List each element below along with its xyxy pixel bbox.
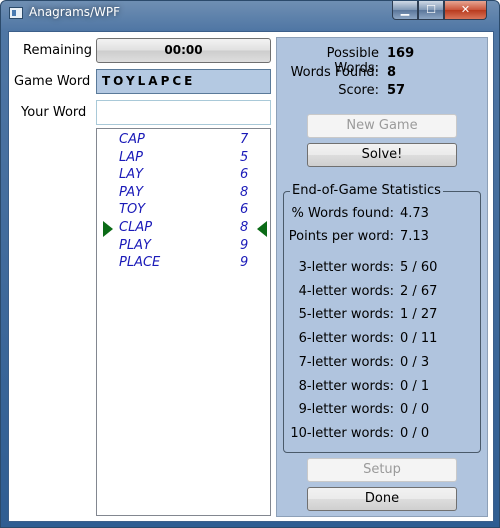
letter-count-label: 5-letter words: — [298, 307, 394, 323]
word-score: 8 — [240, 220, 249, 235]
word-text: PAY — [119, 184, 144, 200]
letter-count-label: 8-letter words: — [298, 378, 394, 394]
possible-words-value: 169 — [387, 46, 415, 61]
word-score: 5 — [240, 149, 249, 165]
list-item[interactable]: LAP 5 — [97, 150, 270, 167]
word-score: 9 — [240, 237, 249, 253]
list-item[interactable]: TOY 6 — [97, 202, 270, 219]
letter-count-value: 0 / 3 — [400, 354, 430, 370]
pct-words-found-label: % Words found: — [291, 206, 394, 221]
done-button[interactable]: Done — [307, 487, 457, 511]
word-score: 8 — [240, 184, 249, 200]
letter-count-value: 0 / 11 — [400, 331, 438, 347]
minimize-button[interactable]: ▁ — [392, 1, 418, 20]
list-item[interactable]: PLAY 9 — [97, 238, 270, 255]
pct-words-found-value: 4.73 — [400, 206, 429, 221]
letter-count-value: 1 / 27 — [400, 307, 438, 323]
word-score: 6 — [240, 167, 249, 183]
word-score: 6 — [240, 202, 249, 218]
word-text: LAP — [119, 149, 143, 165]
points-per-word-label: Points per word: — [288, 229, 394, 244]
points-per-word-value: 7.13 — [400, 229, 429, 244]
list-item[interactable]: PLACE 9 — [97, 255, 270, 272]
word-text: PLAY — [119, 237, 151, 253]
statistics-title: End-of-Game Statistics — [290, 183, 443, 198]
letter-count-value: 0 / 1 — [400, 378, 430, 394]
your-word-input[interactable] — [96, 100, 271, 125]
window-title: Anagrams/WPF — [29, 5, 121, 19]
word-score: 9 — [240, 255, 249, 271]
list-item[interactable]: LAY 6 — [97, 167, 270, 184]
letter-count-label: 10-letter words: — [290, 425, 394, 441]
letter-count-label: 6-letter words: — [298, 331, 394, 347]
found-words-list[interactable]: CAP 7 LAP 5 LAY 6 PAY 8 TOY 6 CLAP 8 PLAY 9 PLACE 9 — [96, 128, 271, 516]
end-of-game-statistics: End-of-Game Statistics % Words found: 4.… — [283, 183, 481, 453]
app-window: Anagrams/WPF ▁ ☐ ✕ Remaining 00:00 Game … — [0, 0, 500, 528]
score-label: Score: — [338, 83, 379, 98]
letter-count-label: 4-letter words: — [298, 283, 394, 299]
words-found-value: 8 — [387, 65, 397, 80]
letter-count-value: 0 / 0 — [400, 402, 430, 418]
score-value: 57 — [387, 83, 406, 98]
timer-display: 00:00 — [96, 38, 271, 63]
selection-arrow-left-icon — [257, 221, 267, 237]
word-text: CLAP — [119, 220, 153, 235]
word-score: 7 — [240, 132, 249, 147]
solve-button[interactable]: Solve! — [307, 143, 457, 167]
new-game-button[interactable]: New Game — [307, 114, 457, 138]
list-item[interactable]: PAY 8 — [97, 185, 270, 202]
game-word-display: TOYLAPCE — [96, 69, 271, 94]
word-text: TOY — [119, 202, 146, 218]
list-item[interactable]: CLAP 8 — [97, 220, 270, 237]
client-area: Remaining 00:00 Game Word TOYLAPCE Your … — [8, 31, 494, 522]
word-text: LAY — [119, 167, 144, 183]
word-text: PLACE — [119, 255, 161, 271]
close-button[interactable]: ✕ — [444, 1, 487, 20]
letter-count-label: 3-letter words: — [298, 260, 394, 275]
right-panel: Possible Words: 169 Words Found: 8 Score… — [276, 37, 488, 517]
game-word-label: Game Word — [14, 74, 91, 89]
setup-button[interactable]: Setup — [307, 458, 457, 482]
maximize-button[interactable]: ☐ — [418, 1, 444, 20]
letter-count-label: 9-letter words: — [298, 402, 394, 418]
your-word-label: Your Word — [21, 105, 87, 120]
letter-count-value: 5 / 60 — [400, 260, 438, 275]
title-bar[interactable]: Anagrams/WPF ▁ ☐ ✕ — [1, 1, 499, 25]
word-text: CAP — [119, 132, 145, 147]
list-item[interactable]: CAP 7 — [97, 132, 270, 149]
letter-count-label: 7-letter words: — [298, 354, 394, 370]
words-found-label: Words Found: — [290, 65, 379, 80]
selection-arrow-right-icon — [103, 221, 113, 237]
app-icon — [9, 7, 23, 19]
letter-count-value: 2 / 67 — [400, 283, 438, 299]
letter-count-value: 0 / 0 — [400, 425, 430, 441]
remaining-label: Remaining — [23, 43, 93, 58]
